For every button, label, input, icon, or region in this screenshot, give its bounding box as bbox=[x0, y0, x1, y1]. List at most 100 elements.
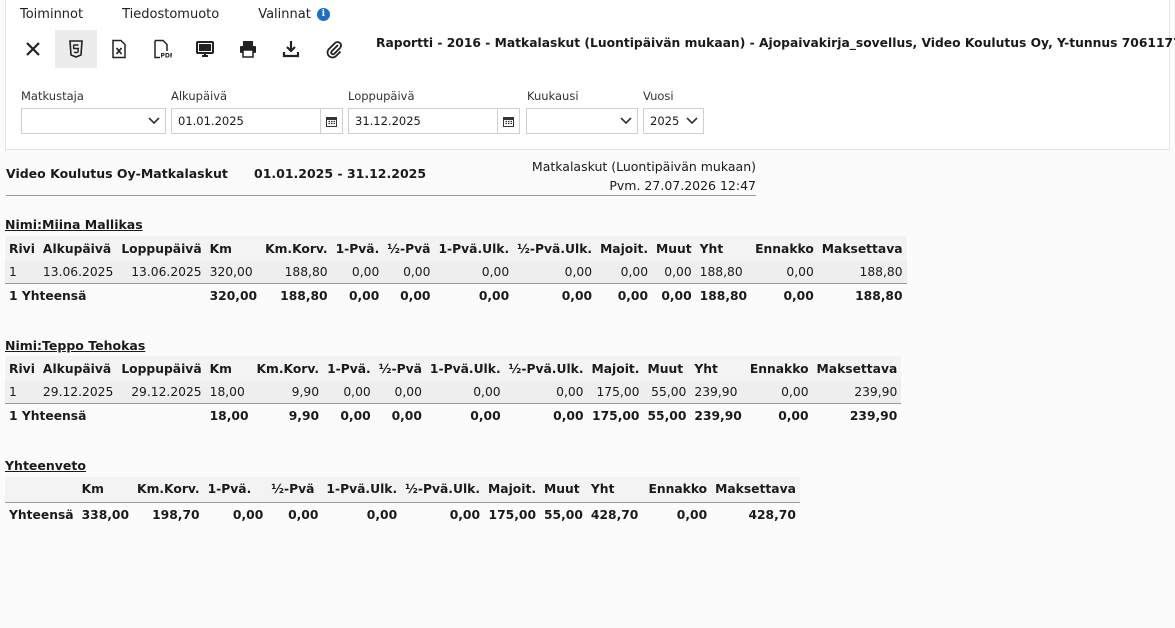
close-button[interactable] bbox=[12, 30, 54, 68]
cell: 0,00 bbox=[513, 282, 597, 309]
excel-format-button[interactable] bbox=[98, 30, 140, 68]
col-header: Km.Korv. bbox=[133, 477, 204, 502]
monitor-icon bbox=[196, 41, 214, 57]
pdf-icon: PDF bbox=[154, 39, 173, 60]
menu-valinnat[interactable]: Valinnat i bbox=[258, 7, 330, 22]
cell: 320,00 bbox=[205, 261, 262, 283]
report-type-block: Matkalaskut (Luontipäivän mukaan) Pvm. 2… bbox=[532, 157, 756, 195]
col-header: Majoit. bbox=[587, 356, 644, 381]
cell: 0,00 bbox=[331, 261, 384, 283]
col-header: Muut bbox=[643, 356, 691, 381]
menu-valinnat-label: Valinnat bbox=[258, 7, 311, 22]
cell: 175,00 bbox=[484, 501, 540, 528]
report-type: Matkalaskut (Luontipäivän mukaan) bbox=[531, 159, 756, 174]
chevron-down-icon bbox=[143, 117, 165, 125]
cell: 239,90 bbox=[690, 402, 746, 429]
cell: 0,00 bbox=[596, 282, 653, 309]
summary-table: Km Km.Korv. 1-Pvä. ½-Pvä 1-Pvä.Ulk. ½-Pv… bbox=[5, 477, 800, 528]
col-header: 1-Pvä. bbox=[331, 236, 384, 261]
table-header-row: Km Km.Korv. 1-Pvä. ½-Pvä 1-Pvä.Ulk. ½-Pv… bbox=[5, 477, 800, 502]
col-header: 1-Pvä.Ulk. bbox=[425, 356, 505, 381]
screen-view-button[interactable] bbox=[184, 30, 226, 68]
col-header: 1-Pvä. bbox=[203, 477, 268, 502]
pdf-format-button[interactable]: PDF bbox=[141, 30, 183, 68]
end-date-calendar-button[interactable] bbox=[497, 109, 519, 133]
summary-total-row: Yhteensä 338,00 198,70 0,00 0,00 0,00 0,… bbox=[5, 501, 800, 528]
cell: 29.12.2025 bbox=[38, 381, 118, 403]
menu-tiedostomuoto[interactable]: Tiedostomuoto bbox=[122, 7, 219, 22]
cell: 428,70 bbox=[586, 501, 645, 528]
info-icon[interactable]: i bbox=[316, 8, 330, 21]
total-label: 1 Yhteensä bbox=[5, 282, 206, 309]
cell: 175,00 bbox=[587, 381, 644, 403]
table-row: 1 29.12.2025 29.12.2025 18,00 9,90 0,00 … bbox=[5, 381, 902, 403]
col-header: ½-Pvä bbox=[374, 356, 426, 381]
cell: 0,00 bbox=[751, 261, 818, 283]
end-date-field[interactable]: 31.12.2025 bbox=[348, 108, 520, 134]
cell: 0,00 bbox=[374, 402, 426, 429]
col-header: Muut bbox=[652, 236, 696, 261]
col-header: Km bbox=[205, 356, 253, 381]
col-header: Yht bbox=[586, 477, 645, 502]
cell: 0,00 bbox=[323, 402, 375, 429]
print-button[interactable] bbox=[227, 30, 269, 68]
cell: 0,00 bbox=[425, 381, 505, 403]
col-header: ½-Pvä.Ulk. bbox=[504, 356, 588, 381]
svg-text:PDF: PDF bbox=[161, 53, 173, 60]
col-header: ½-Pvä bbox=[383, 236, 435, 261]
cell: 338,00 bbox=[77, 501, 134, 528]
cell: 0,00 bbox=[322, 501, 402, 528]
cell: 0,00 bbox=[745, 402, 813, 429]
col-header: Ennakko bbox=[745, 356, 813, 381]
cell: 239,90 bbox=[690, 381, 746, 403]
cell: 428,70 bbox=[711, 501, 800, 528]
col-header: Yht bbox=[690, 356, 746, 381]
cell: 0,00 bbox=[751, 282, 818, 309]
col-header: Ennakko bbox=[644, 477, 712, 502]
html-format-button[interactable] bbox=[55, 30, 97, 68]
menu-toiminnot[interactable]: Toiminnot bbox=[20, 7, 83, 22]
col-header: Alkupäivä bbox=[38, 236, 118, 261]
cell: 18,00 bbox=[205, 402, 253, 429]
cell: 9,90 bbox=[252, 402, 324, 429]
cell: 188,80 bbox=[261, 261, 332, 283]
report-company: Video Koulutus Oy-Matkalaskut bbox=[6, 166, 228, 181]
report-date-range: 01.01.2025 - 31.12.2025 bbox=[254, 166, 427, 181]
col-header: Km.Korv. bbox=[261, 236, 332, 261]
start-date-field[interactable]: 01.01.2025 bbox=[171, 108, 343, 134]
summary-title: Yhteenveto bbox=[5, 458, 86, 473]
cell: 0,00 bbox=[652, 282, 696, 309]
cell: 239,90 bbox=[812, 402, 902, 429]
report-header: Video Koulutus Oy-Matkalaskut 01.01.2025… bbox=[6, 156, 756, 196]
cell: 29.12.2025 bbox=[117, 381, 206, 403]
close-icon bbox=[26, 42, 40, 56]
download-button[interactable] bbox=[270, 30, 312, 68]
start-date-calendar-button[interactable] bbox=[320, 109, 342, 133]
cell: 188,80 bbox=[817, 282, 907, 309]
section-title: Nimi:Teppo Tehokas bbox=[5, 338, 146, 353]
col-header: ½-Pvä.Ulk. bbox=[513, 236, 597, 261]
report-title: Raportti - 2016 - Matkalaskut (Luontipäi… bbox=[376, 36, 1175, 50]
cell: 13.06.2025 bbox=[38, 261, 118, 283]
year-select[interactable]: 2025 bbox=[643, 108, 704, 134]
attachment-button[interactable] bbox=[313, 30, 355, 68]
cell: 0,00 bbox=[383, 261, 435, 283]
cell: 13.06.2025 bbox=[117, 261, 206, 283]
cell: 0,00 bbox=[644, 501, 712, 528]
excel-icon bbox=[112, 39, 126, 59]
cell: 55,00 bbox=[643, 402, 691, 429]
col-header: Maksettava bbox=[812, 356, 902, 381]
cell: 1 bbox=[5, 261, 39, 283]
col-header: Muut bbox=[540, 477, 587, 502]
report-title-text: Raportti - 2016 - Matkalaskut (Luontipäi… bbox=[376, 36, 1175, 50]
cell: 188,80 bbox=[695, 282, 752, 309]
traveler-label: Matkustaja bbox=[21, 89, 84, 103]
col-header bbox=[5, 477, 78, 502]
cell: 175,00 bbox=[587, 402, 644, 429]
month-select[interactable] bbox=[526, 108, 638, 134]
col-header: Majoit. bbox=[484, 477, 540, 502]
cell: 0,00 bbox=[383, 282, 435, 309]
traveler-select[interactable] bbox=[21, 108, 166, 134]
menu-bar: Toiminnot Tiedostomuoto Valinnat i bbox=[20, 7, 369, 22]
start-date-value: 01.01.2025 bbox=[178, 114, 244, 128]
